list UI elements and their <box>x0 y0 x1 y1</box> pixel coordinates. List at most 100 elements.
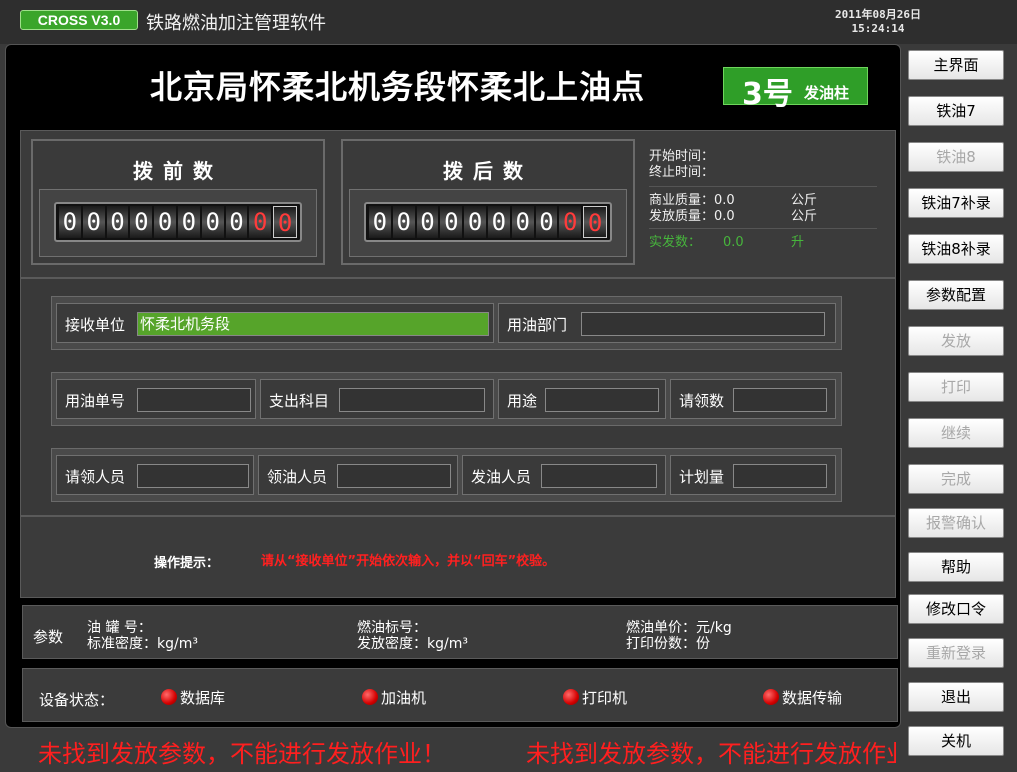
sidebar-button-4[interactable]: 铁油8补录 <box>908 234 1004 264</box>
dispatcher-field: 发油人员 <box>462 455 666 495</box>
commercial-mass-value: 0.0 <box>714 193 735 208</box>
actual-label: 实发数： <box>649 235 702 250</box>
sidebar-button-11[interactable]: 帮助 <box>908 552 1004 582</box>
error-marquee: 未找到发放参数，不能进行发放作业！ 未找到发放参数，不能进行发放作业！ <box>38 734 896 768</box>
odometer-digit: 0 <box>130 206 153 238</box>
pump-number: 3号 <box>742 77 793 112</box>
fuel-grade: 燃油标号： <box>357 620 427 636</box>
plan-field: 计划量 <box>670 455 836 495</box>
sidebar-button-8[interactable]: 继续 <box>908 418 1004 448</box>
pump-badge: 3号 发油柱 <box>723 67 868 112</box>
sidebar-button-3[interactable]: 铁油7补录 <box>908 188 1004 218</box>
odometer-digit: 0 <box>511 206 534 238</box>
receiver-input[interactable]: 怀柔北机务段 <box>137 312 489 336</box>
form-row-2: 用油单号 支出科目 用途 请领数 <box>51 372 842 426</box>
request-qty-input[interactable] <box>733 388 827 412</box>
sidebar-button-7[interactable]: 打印 <box>908 372 1004 402</box>
std-density: 标准密度：kg/m³ <box>87 636 198 652</box>
info-divider <box>649 228 877 229</box>
plan-label: 计划量 <box>679 468 725 486</box>
clock-time: 15:24:14 <box>851 22 905 35</box>
department-label: 用油部门 <box>507 316 568 334</box>
order-no-input[interactable] <box>137 388 251 412</box>
tank-no: 油 罐 号： <box>87 620 152 636</box>
dispatch-mass-unit: 公斤 <box>791 209 818 224</box>
department-field: 用油部门 <box>498 303 836 343</box>
params-title: 参数 <box>33 628 64 646</box>
odometer-digit: 0 <box>249 206 272 238</box>
sidebar-button-13[interactable]: 重新登录 <box>908 638 1004 668</box>
actual-unit: 升 <box>791 235 805 250</box>
odometer-digit: 0 <box>201 206 224 238</box>
status-indicator-icon <box>763 689 779 705</box>
print-copies: 打印份数：份 <box>626 636 710 652</box>
purpose-input[interactable] <box>545 388 659 412</box>
pump-label: 发油柱 <box>804 84 850 102</box>
receiver-person-label: 领油人员 <box>267 468 328 486</box>
form-row-3: 请领人员 领油人员 发油人员 计划量 <box>51 448 842 502</box>
expense-label: 支出科目 <box>269 392 330 410</box>
plan-input[interactable] <box>733 464 827 488</box>
sidebar-button-6[interactable]: 发放 <box>908 326 1004 356</box>
sidebar-button-12[interactable]: 修改口令 <box>908 594 1004 624</box>
sidebar-button-10[interactable]: 报警确认 <box>908 508 1004 538</box>
requester-field: 请领人员 <box>56 455 254 495</box>
commercial-mass-row: 商业质量：0.0 <box>649 193 735 209</box>
odometer-digit: 0 <box>273 206 297 238</box>
dispatcher-label: 发油人员 <box>471 468 532 486</box>
odometer-digit: 0 <box>225 206 248 238</box>
sidebar-button-0[interactable]: 主界面 <box>908 50 1004 80</box>
odometer-digit: 0 <box>440 206 463 238</box>
odometer-digit: 0 <box>369 206 391 238</box>
commercial-mass-unit: 公斤 <box>791 193 818 208</box>
marquee-message: 未找到发放参数，不能进行发放作业！ <box>38 740 446 768</box>
end-time-label: 终止时间： <box>649 165 715 180</box>
meter-section: 拨前数 0000000000 拨后数 0000000000 开始时间： 终止时间… <box>20 130 896 278</box>
requester-input[interactable] <box>137 464 249 488</box>
form-section: 接收单位 怀柔北机务段 用油部门 用油单号 支出科目 用途 请领数 请领人员 领… <box>20 278 896 516</box>
receiver-label: 接收单位 <box>65 316 126 334</box>
status-transfer: 数据传输 <box>763 687 842 708</box>
dispatcher-input[interactable] <box>541 464 657 488</box>
hint-label: 操作提示： <box>154 556 220 571</box>
request-qty-label: 请领数 <box>679 392 725 410</box>
odometer-digit: 0 <box>559 206 582 238</box>
order-no-field: 用油单号 <box>56 379 256 419</box>
sidebar-button-9[interactable]: 完成 <box>908 464 1004 494</box>
meter-before-frame: 0000000000 <box>39 189 317 257</box>
odometer-digit: 0 <box>464 206 486 238</box>
meter-before-title: 拨前数 <box>133 159 223 183</box>
sidebar-button-2[interactable]: 铁油8 <box>908 142 1004 172</box>
start-time-label: 开始时间： <box>649 149 715 164</box>
status-database: 数据库 <box>161 687 225 708</box>
actual-value: 0.0 <box>723 235 744 250</box>
sidebar-button-14[interactable]: 退出 <box>908 682 1004 712</box>
commercial-mass-label: 商业质量： <box>649 193 715 208</box>
odometer-digit: 0 <box>177 206 200 238</box>
clock: 2011年08月26日 15:24:14 <box>818 8 938 36</box>
odometer-digit: 0 <box>82 206 105 238</box>
odometer-digit: 0 <box>392 206 415 238</box>
app-title: 铁路燃油加注管理软件 <box>146 13 326 34</box>
meter-before: 拨前数 0000000000 <box>31 139 325 265</box>
sidebar-button-1[interactable]: 铁油7 <box>908 96 1004 126</box>
meter-after-frame: 0000000000 <box>349 189 627 257</box>
odometer-digit: 0 <box>583 206 607 238</box>
order-no-label: 用油单号 <box>65 392 126 410</box>
department-input[interactable] <box>581 312 825 336</box>
receiver-field: 接收单位 怀柔北机务段 <box>56 303 494 343</box>
info-divider <box>649 186 877 187</box>
status-indicator-icon <box>161 689 177 705</box>
purpose-label: 用途 <box>507 392 538 410</box>
meter-after-title: 拨后数 <box>443 159 533 183</box>
params-section: 参数 油 罐 号： 标准密度：kg/m³ 燃油标号： 发放密度：kg/m³ 燃油… <box>22 605 898 659</box>
sidebar-button-5[interactable]: 参数配置 <box>908 280 1004 310</box>
dispatch-mass-row: 发放质量：0.0 <box>649 209 735 225</box>
sidebar-button-15[interactable]: 关机 <box>908 726 1004 756</box>
dispatch-density: 发放密度：kg/m³ <box>357 636 468 652</box>
expense-field: 支出科目 <box>260 379 494 419</box>
receiver-person-input[interactable] <box>337 464 451 488</box>
device-status-section: 设备状态： 数据库 加油机 打印机 数据传输 <box>22 668 898 722</box>
status-indicator-icon <box>362 689 378 705</box>
expense-input[interactable] <box>339 388 485 412</box>
